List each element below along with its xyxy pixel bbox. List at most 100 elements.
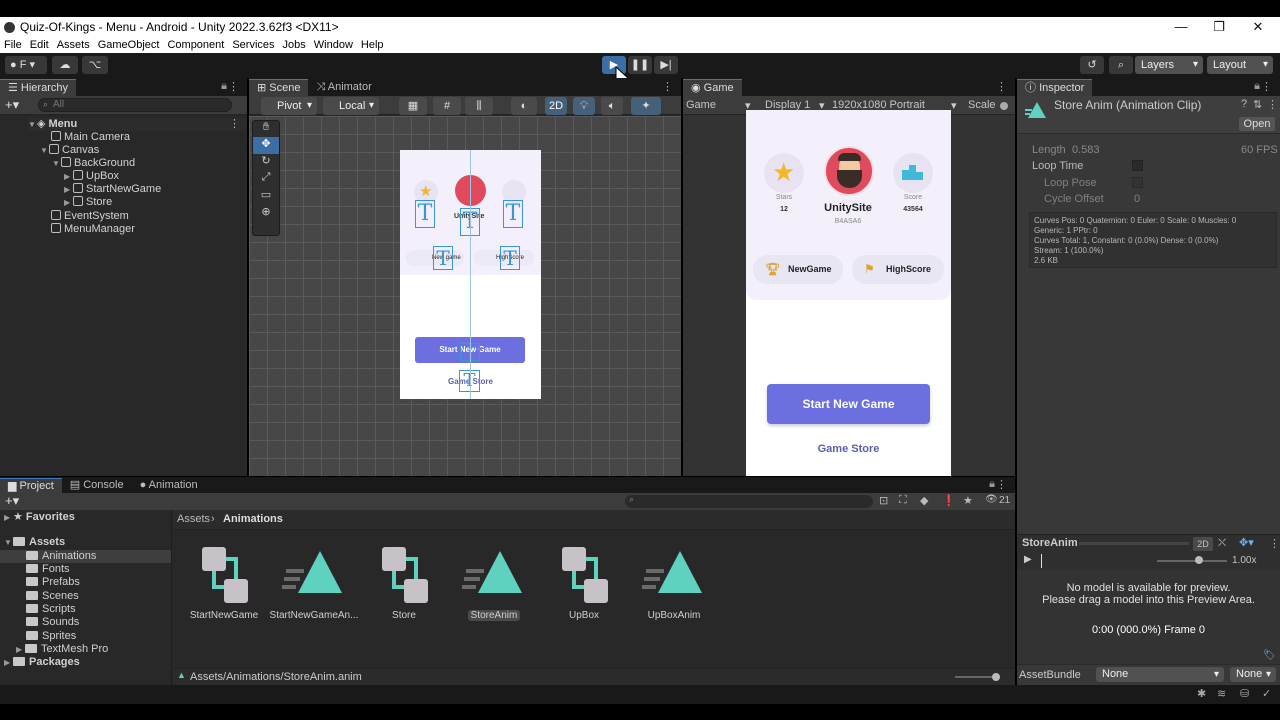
menu-window[interactable]: Window: [310, 39, 357, 51]
pivot-dropdown[interactable]: Pivot: [261, 97, 317, 115]
label-icon[interactable]: ◆: [920, 494, 928, 507]
menu-jobs[interactable]: Jobs: [279, 39, 310, 51]
game-screen[interactable]: ★ Stars 12 UnitySite B4ASA6 Score 43564 …: [746, 110, 951, 476]
assetbundle-variant-dropdown[interactable]: None: [1230, 667, 1276, 682]
menu-edit[interactable]: Edit: [26, 39, 53, 51]
packages-item[interactable]: ▶ Packages: [4, 656, 80, 669]
folder-item-fonts[interactable]: Fonts: [26, 563, 70, 576]
tab-scene[interactable]: ⊞ Scene: [249, 79, 309, 96]
newgame-button[interactable]: 🏆︎ NewGame: [753, 255, 843, 284]
kebab-menu-icon[interactable]: ⋮: [228, 80, 239, 93]
asset-item[interactable]: Store: [359, 543, 449, 621]
debug-icon[interactable]: ✱: [1197, 687, 1206, 700]
tab-inspector[interactable]: ⓘ Inspector: [1017, 79, 1093, 96]
hierarchy-item-canvas[interactable]: ▼ Canvas: [40, 144, 99, 157]
folder-item-sprites[interactable]: Sprites: [26, 630, 76, 643]
step-button[interactable]: ▶|: [654, 56, 678, 74]
preview-2d-button[interactable]: 2D: [1193, 537, 1213, 551]
collab-button[interactable]: ⌥: [82, 56, 108, 74]
folder-item-sounds[interactable]: Sounds: [26, 616, 79, 629]
open-button[interactable]: Open: [1239, 117, 1275, 131]
help-icon[interactable]: ?: [1241, 98, 1247, 110]
lighting-button[interactable]: 💡︎: [573, 97, 595, 115]
grid-snap-button[interactable]: ▦: [399, 97, 427, 115]
tab-console[interactable]: ▤ Console: [62, 478, 132, 493]
increment-snap-button[interactable]: ⫼: [465, 97, 493, 115]
visibility-icon[interactable]: 👁︎: [985, 494, 998, 505]
menu-component[interactable]: Component: [163, 39, 228, 51]
asset-item-selected[interactable]: StoreAnim: [449, 543, 539, 621]
folder-item-scenes[interactable]: Scenes: [26, 590, 79, 603]
preview-area[interactable]: No model is available for preview. Pleas…: [1017, 570, 1280, 670]
menu-services[interactable]: Services: [228, 39, 278, 51]
grid-visibility-button[interactable]: #: [433, 97, 461, 115]
menu-gameobject[interactable]: GameObject: [94, 39, 164, 51]
lock-icon[interactable]: 🔒︎: [1254, 80, 1260, 93]
lock-icon[interactable]: 🔒︎: [989, 478, 995, 491]
lock-icon[interactable]: 🔒︎: [221, 80, 227, 93]
toggle-2d-button[interactable]: 2D: [545, 97, 567, 115]
icon-size-handle[interactable]: [992, 673, 1000, 681]
rect-tool-icon[interactable]: ▭: [253, 188, 279, 205]
asset-item[interactable]: StartNewGame: [179, 543, 269, 621]
kebab-menu-icon[interactable]: ⋮: [229, 118, 240, 131]
history-button[interactable]: ↺: [1080, 56, 1104, 74]
view-tool-icon[interactable]: ✋︎: [253, 121, 279, 137]
highscore-button[interactable]: ⚑ HighScore: [852, 255, 944, 284]
asset-item[interactable]: UpBox: [539, 543, 629, 621]
close-button[interactable]: ✕: [1238, 17, 1278, 37]
scale-slider-handle[interactable]: [1000, 102, 1008, 110]
breadcrumb-current[interactable]: Animations: [223, 513, 283, 525]
search-type-icon[interactable]: ⊡: [879, 494, 888, 507]
cache-icon[interactable]: ⛁: [1240, 687, 1249, 700]
status-ok-icon[interactable]: ✓: [1262, 687, 1271, 700]
loop-time-checkbox[interactable]: [1132, 160, 1143, 171]
search-button[interactable]: ⌕: [1109, 56, 1133, 74]
filter-type-icon[interactable]: ⛶: [899, 494, 907, 507]
menu-help[interactable]: Help: [357, 39, 388, 51]
gizmo-icon[interactable]: ✥▾: [1239, 536, 1254, 549]
restore-button[interactable]: ❐: [1199, 17, 1239, 37]
cloud-button[interactable]: ☁: [52, 56, 78, 74]
cycle-offset-value[interactable]: 0: [1134, 193, 1140, 205]
pivot-icon[interactable]: ⛌: [1218, 537, 1226, 550]
hierarchy-item-eventsystem[interactable]: EventSystem: [51, 210, 129, 223]
kebab-menu-icon[interactable]: ⋮: [996, 478, 1007, 491]
preview-speed-slider[interactable]: [1157, 560, 1227, 562]
kebab-menu-icon[interactable]: ⋮: [1261, 80, 1272, 93]
start-new-game-button[interactable]: Start New Game: [767, 384, 930, 424]
tab-game[interactable]: ◉ Game: [683, 79, 742, 96]
breadcrumb-root[interactable]: Assets: [177, 513, 210, 525]
menu-assets[interactable]: Assets: [53, 39, 94, 51]
hierarchy-item-startnewgame[interactable]: ▶ StartNewGame: [64, 183, 161, 196]
warning-icon[interactable]: ❗: [942, 494, 956, 507]
kebab-menu-icon[interactable]: ⋮: [1267, 98, 1278, 111]
tab-animator[interactable]: ⤨ Animator: [308, 79, 379, 96]
audio-button[interactable]: 🔈︎: [601, 97, 623, 115]
menu-file[interactable]: File: [0, 39, 26, 51]
preview-speed-handle[interactable]: [1195, 556, 1203, 564]
loop-pose-checkbox[interactable]: [1132, 177, 1143, 188]
rotate-tool-icon[interactable]: ↻: [253, 154, 279, 171]
add-icon[interactable]: +▾: [5, 493, 19, 509]
layout-dropdown[interactable]: Layout: [1207, 56, 1273, 74]
kebab-menu-icon[interactable]: ⋮: [1269, 537, 1280, 550]
kebab-menu-icon[interactable]: ⋮: [996, 80, 1007, 93]
kebab-menu-icon[interactable]: ⋮: [662, 80, 673, 93]
assetbundle-dropdown[interactable]: None: [1096, 667, 1224, 682]
tab-project[interactable]: ▆ Project: [0, 478, 62, 493]
hierarchy-item-menu[interactable]: ▼◈ Menu ⋮: [28, 118, 246, 131]
local-dropdown[interactable]: Local: [323, 97, 379, 115]
layers-stack-icon[interactable]: ≋: [1217, 687, 1226, 700]
hierarchy-item-upbox[interactable]: ▶ UpBox: [64, 170, 119, 183]
scale-tool-icon[interactable]: ⤢: [253, 171, 279, 188]
settings-icon[interactable]: ⇅: [1253, 98, 1262, 111]
layers-dropdown[interactable]: Layers: [1135, 56, 1203, 74]
game-mode-dropdown[interactable]: Game: [686, 99, 716, 111]
folder-item-prefabs[interactable]: Prefabs: [26, 576, 80, 589]
asset-item[interactable]: UpBoxAnim: [629, 543, 719, 621]
game-store-link[interactable]: Game Store: [746, 443, 951, 455]
favorite-star-icon[interactable]: ★: [963, 494, 973, 507]
tab-animation[interactable]: ● Animation: [132, 478, 206, 493]
add-icon[interactable]: +▾: [5, 97, 19, 113]
